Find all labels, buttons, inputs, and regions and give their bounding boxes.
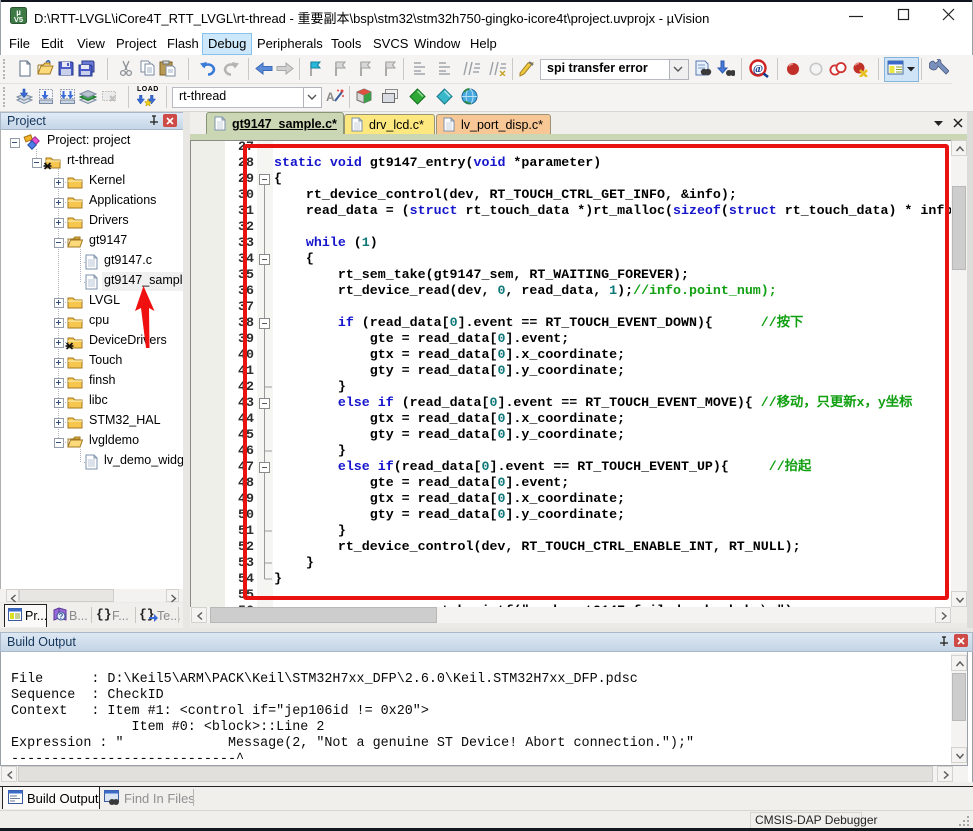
svg-text:?: ? bbox=[59, 612, 64, 621]
svg-text:@: @ bbox=[753, 63, 763, 75]
svg-text:V5: V5 bbox=[14, 15, 23, 24]
svg-text:A: A bbox=[326, 90, 335, 104]
